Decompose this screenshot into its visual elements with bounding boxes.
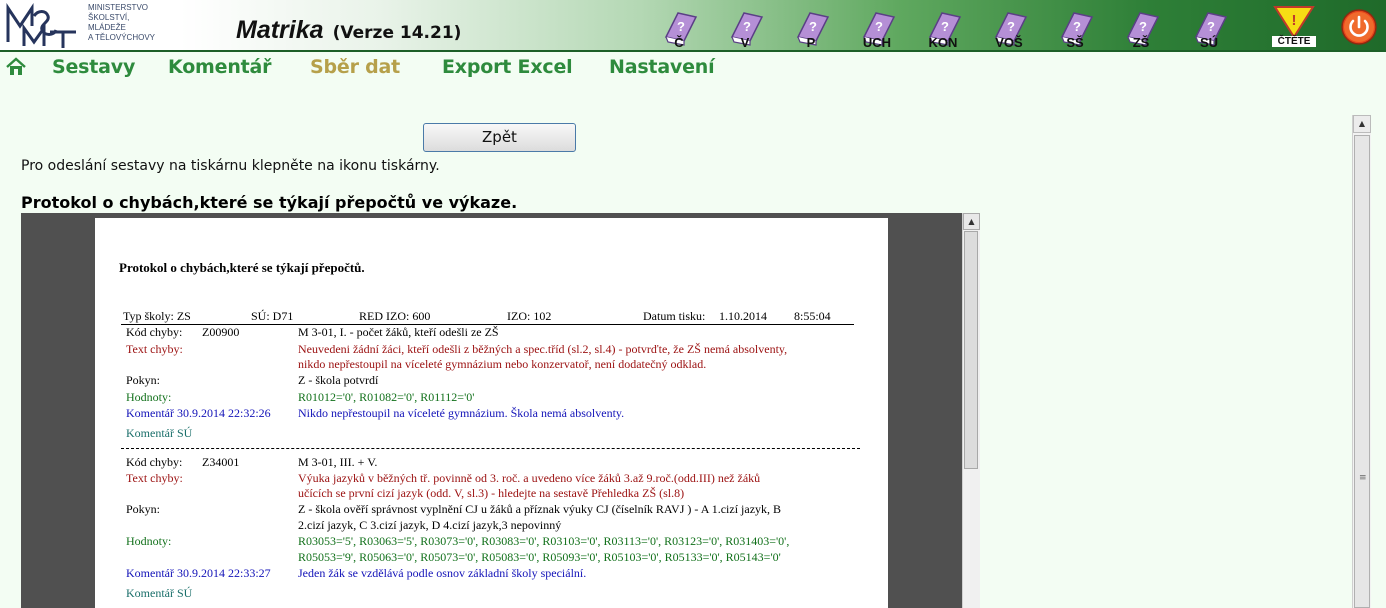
help-vos-label: VOŠ — [995, 35, 1023, 50]
ministry-line: MINISTERSTVO — [88, 3, 149, 12]
error-title: M 3-01, I. - počet žáků, kteří odešli ze… — [298, 325, 499, 339]
report-title: Protokol o chybách,které se týkají přepo… — [119, 260, 365, 275]
nav-export-excel[interactable]: Export Excel — [442, 56, 573, 78]
text-label: Text chyby: — [126, 342, 183, 356]
comment-text: Jeden žák se vzdělává podle osnov základ… — [298, 566, 587, 580]
help-c-label: Č — [674, 35, 684, 50]
page-scroll-up-icon[interactable]: ▲ — [1353, 115, 1371, 133]
instr-line: 2.cizí jazyk, C 3.cizí jazyk, D 4.cizí j… — [298, 518, 562, 532]
school-type: Typ školy: ZS — [123, 309, 191, 323]
error-text-line: Výuka jazyků v běžných tř. povinně od 3.… — [298, 471, 761, 485]
help-uch-label: UCH — [862, 35, 892, 50]
nav-nastaveni[interactable]: Nastavení — [609, 56, 715, 78]
nav-sber-dat[interactable]: Sběr dat — [310, 56, 400, 78]
viewer-scroll-thumb[interactable] — [964, 231, 978, 469]
code-label: Kód chyby: — [126, 455, 183, 469]
scroll-up-arrow-icon[interactable]: ▲ — [963, 213, 980, 230]
error-text-line: učících se první cizí jazyk (odd. V, sl.… — [298, 486, 685, 500]
ministry-line: ŠKOLSTVÍ, — [88, 13, 130, 22]
help-vos-button[interactable]: ? VOŠ — [988, 7, 1030, 50]
red-izo: RED IZO: 600 — [359, 309, 431, 323]
code-label: Kód chyby: — [126, 325, 183, 339]
print-date: 1.10.2014 — [719, 309, 767, 323]
help-ss-button[interactable]: ? SŠ — [1054, 7, 1096, 50]
instr-line: Z - škola ověří správnost vyplnění CJ u … — [298, 502, 782, 516]
app-version: (Verze 14.21) — [332, 23, 462, 43]
help-p-button[interactable]: ? P — [790, 7, 832, 50]
svg-text:?: ? — [1007, 19, 1015, 34]
main-nav: Sestavy Komentář Sběr dat Export Excel N… — [0, 52, 1386, 84]
help-su-label: SÚ — [1199, 35, 1219, 50]
help-v-button[interactable]: ? V — [724, 7, 766, 50]
page-scrollbar[interactable]: ▲ ≡ — [1352, 115, 1371, 608]
svg-text:?: ? — [875, 19, 883, 34]
svg-text:?: ? — [941, 19, 949, 34]
page-scroll-thumb[interactable]: ≡ — [1354, 135, 1370, 608]
help-c-button[interactable]: ? Č — [658, 7, 700, 50]
page-title: Protokol o chybách,které se týkají přepo… — [21, 193, 518, 212]
print-time: 8:55:04 — [794, 309, 831, 323]
nav-sestavy[interactable]: Sestavy — [52, 56, 135, 78]
logout-button[interactable] — [1340, 8, 1378, 46]
read-me-label: ČTĚTE — [1272, 36, 1316, 47]
su-code: SÚ: D71 — [251, 309, 294, 323]
help-kon-button[interactable]: ? KON — [922, 7, 964, 50]
svg-text:?: ? — [1139, 19, 1147, 34]
msmt-logo — [6, 3, 76, 48]
entry-separator — [121, 448, 860, 449]
ministry-line: MLÁDEŽE — [88, 23, 126, 32]
svg-text:!: ! — [1292, 12, 1297, 29]
su-comment-label: Komentář SÚ — [126, 426, 193, 440]
app-name: Matrika — [236, 16, 324, 44]
app-header: MINISTERSTVO ŠKOLSTVÍ, MLÁDEŽE A TĚLOVÝC… — [0, 0, 1386, 52]
app-title: Matrika (Verze 14.21) — [236, 16, 461, 45]
viewer-scrollbar[interactable]: ▲ — [962, 213, 980, 608]
values-line: R03053='5', R03063='5', R03073='0', R030… — [298, 534, 790, 548]
back-button[interactable]: Zpět — [423, 123, 576, 152]
comment-label: Komentář 30.9.2014 22:33:27 — [126, 566, 271, 580]
comment-label: Komentář 30.9.2014 22:32:26 — [126, 406, 271, 420]
instr-line: Z - škola potvrdí — [298, 373, 379, 387]
help-kon-label: KON — [928, 35, 958, 50]
values-line: R05053='9', R05063='0', R05073='0', R050… — [298, 550, 781, 564]
help-zs-label: ZŠ — [1132, 35, 1150, 50]
power-icon — [1341, 9, 1377, 45]
read-me-button[interactable]: ! ČTĚTE — [1272, 4, 1316, 48]
values-label: Hodnoty: — [126, 390, 172, 404]
su-comment-label: Komentář SÚ — [126, 586, 193, 600]
svg-text:?: ? — [809, 19, 817, 34]
help-p-label: P — [806, 35, 816, 50]
error-code: Z00900 — [202, 325, 240, 339]
nav-komentar[interactable]: Komentář — [168, 56, 272, 78]
ministry-line: A TĚLOVÝCHOVY — [88, 33, 155, 42]
error-code: Z34001 — [202, 455, 240, 469]
report-viewer[interactable]: Protokol o chybách,které se týkají přepo… — [21, 213, 980, 608]
report-page: Protokol o chybách,které se týkají přepo… — [95, 218, 888, 608]
error-text-line: Neuvedeni žádní žáci, kteří odešli z běž… — [298, 342, 788, 356]
svg-text:?: ? — [677, 19, 685, 34]
values-line: R01012='0', R01082='0', R01112='0' — [298, 390, 475, 404]
comment-text: Nikdo nepřestoupil na víceleté gymnázium… — [298, 406, 625, 420]
scroll-grip-icon: ≡ — [1359, 473, 1367, 483]
help-v-label: V — [740, 35, 750, 50]
help-su-button[interactable]: ? SÚ — [1188, 7, 1230, 50]
print-instruction: Pro odeslání sestavy na tiskárnu klepnět… — [21, 158, 440, 174]
values-label: Hodnoty: — [126, 534, 172, 548]
svg-text:?: ? — [1207, 19, 1215, 34]
ministry-name: MINISTERSTVO ŠKOLSTVÍ, MLÁDEŽE A TĚLOVÝC… — [88, 3, 155, 43]
help-ss-label: SŠ — [1066, 35, 1084, 50]
text-label: Text chyby: — [126, 471, 183, 485]
error-text-line: nikdo nepřestoupil na víceleté gymnázium… — [298, 357, 707, 371]
help-zs-button[interactable]: ? ZŠ — [1120, 7, 1162, 50]
instr-label: Pokyn: — [126, 502, 161, 516]
home-icon[interactable] — [5, 56, 27, 78]
svg-text:?: ? — [743, 19, 751, 34]
instr-label: Pokyn: — [126, 373, 161, 387]
error-title: M 3-01, III. + V. — [298, 455, 378, 469]
help-uch-button[interactable]: ? UCH — [856, 7, 898, 50]
izo: IZO: 102 — [507, 309, 552, 323]
svg-text:?: ? — [1073, 19, 1081, 34]
print-date-label: Datum tisku: — [643, 309, 706, 323]
